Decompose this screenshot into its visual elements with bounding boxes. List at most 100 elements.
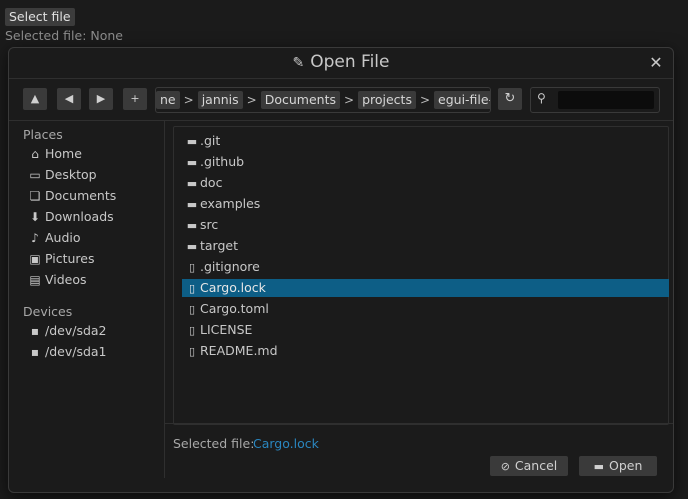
file-icon: ▯ bbox=[188, 324, 196, 337]
sidebar-item-label: Documents bbox=[45, 188, 117, 203]
refresh-button[interactable]: ↻ bbox=[498, 88, 522, 110]
file-name: .git bbox=[200, 133, 221, 148]
breadcrumb-item[interactable]: projects bbox=[358, 91, 416, 109]
monitor-icon: ▭ bbox=[29, 168, 41, 182]
list-item[interactable]: ▯ .gitignore bbox=[182, 258, 669, 276]
list-item[interactable]: ▯ LICENSE bbox=[182, 321, 669, 339]
file-name: target bbox=[200, 238, 239, 253]
file-name: README.md bbox=[200, 343, 278, 358]
search-input[interactable] bbox=[558, 91, 654, 109]
sidebar-item-label: Downloads bbox=[45, 209, 114, 224]
documents-icon: ❏ bbox=[29, 189, 41, 203]
sidebar-item-home[interactable]: ⌂ Home bbox=[27, 144, 82, 164]
parent-directory-button[interactable]: ▲ bbox=[23, 88, 47, 110]
file-name: .github bbox=[200, 154, 245, 169]
list-item[interactable]: ▬ src bbox=[182, 216, 669, 234]
image-icon: ▣ bbox=[29, 252, 41, 266]
select-file-button[interactable]: Select file bbox=[5, 8, 75, 26]
close-icon[interactable]: ✕ bbox=[647, 54, 665, 72]
sidebar-item-label: Audio bbox=[45, 230, 81, 245]
file-name: LICENSE bbox=[200, 322, 253, 337]
breadcrumb-item[interactable]: jannis bbox=[197, 91, 243, 109]
arrow-right-icon: ▶ bbox=[96, 92, 106, 105]
open-label: Open bbox=[609, 458, 643, 473]
pencil-icon: ✎ bbox=[292, 55, 305, 71]
open-file-dialog: ✎ Open File ✕ ▲ ◀ ▶ + ne > jannis > Documents… bbox=[8, 47, 674, 493]
forward-button[interactable]: ▶ bbox=[89, 88, 113, 110]
sidebar-item-label: /dev/sda1 bbox=[45, 344, 107, 359]
breadcrumb-separator: > bbox=[183, 93, 194, 107]
drive-icon: ▪ bbox=[30, 324, 40, 338]
sidebar-item-label: Home bbox=[45, 146, 82, 161]
dialog-title-wrap: ✎ Open File bbox=[9, 52, 673, 72]
selected-file-status: Selected file: None bbox=[5, 28, 123, 43]
selected-file-label: Selected file: bbox=[173, 436, 255, 451]
breadcrumb-item[interactable]: Documents bbox=[260, 91, 340, 109]
sidebar-item-desktop[interactable]: ▭ Desktop bbox=[27, 165, 97, 185]
file-name: Cargo.lock bbox=[200, 280, 266, 295]
refresh-icon: ↻ bbox=[504, 91, 516, 106]
folder-icon: ▬ bbox=[186, 177, 198, 190]
list-item[interactable]: ▯ Cargo.toml bbox=[182, 300, 669, 318]
sidebar-item-documents[interactable]: ❏ Documents bbox=[27, 186, 117, 206]
sidebar-item-pictures[interactable]: ▣ Pictures bbox=[27, 249, 95, 269]
cancel-button[interactable]: ⊘ Cancel bbox=[490, 456, 568, 476]
file-name: src bbox=[200, 217, 219, 232]
sidebar-item-videos[interactable]: ▤ Videos bbox=[27, 270, 87, 290]
sidebar-item-label: Pictures bbox=[45, 251, 95, 266]
list-item[interactable]: ▯ README.md bbox=[182, 342, 669, 360]
sidebar-divider bbox=[164, 121, 165, 478]
sidebar-item-label: /dev/sda2 bbox=[45, 323, 107, 338]
list-item[interactable]: ▬ doc bbox=[182, 174, 669, 192]
sidebar-item-dev-sda2[interactable]: ▪ /dev/sda2 bbox=[27, 321, 107, 341]
sidebar-item-label: Videos bbox=[45, 272, 87, 287]
breadcrumb: ne>jannis>Documents>projects>egui-file-d… bbox=[155, 87, 491, 113]
search-icon: ⚲ bbox=[537, 91, 546, 105]
list-item[interactable]: ▬ examples bbox=[182, 195, 669, 213]
breadcrumb-separator: > bbox=[246, 93, 257, 107]
folder-icon: ▬ bbox=[186, 219, 198, 232]
drive-icon: ▪ bbox=[30, 345, 40, 359]
film-icon: ▤ bbox=[29, 273, 41, 287]
arrow-up-icon: ▲ bbox=[30, 92, 40, 105]
folder-icon: ▬ bbox=[186, 240, 198, 253]
selected-file-value: Cargo.lock bbox=[253, 436, 319, 451]
breadcrumb-item[interactable]: egui-file-dialog bbox=[434, 91, 490, 109]
file-name: .gitignore bbox=[200, 259, 260, 274]
sidebar-section-label: Places bbox=[23, 127, 63, 142]
sidebar-item-label: Desktop bbox=[45, 167, 97, 182]
file-icon: ▯ bbox=[188, 345, 196, 358]
cancel-icon: ⊘ bbox=[500, 460, 510, 473]
list-item[interactable]: ▬ .github bbox=[182, 153, 669, 171]
file-name: doc bbox=[200, 175, 223, 190]
back-button[interactable]: ◀ bbox=[57, 88, 81, 110]
dialog-title-bar[interactable]: ✎ Open File ✕ bbox=[9, 48, 673, 78]
title-divider bbox=[9, 78, 673, 79]
home-icon: ⌂ bbox=[31, 147, 39, 161]
dialog-title: Open File bbox=[310, 52, 390, 72]
breadcrumb-separator: > bbox=[419, 93, 431, 107]
folder-icon: ▬ bbox=[186, 198, 198, 211]
file-list: ▬ .git ▬ .github ▬ doc ▬ examples ▬ src ▬ target ▯ .g… bbox=[173, 126, 669, 425]
list-item[interactable]: ▬ target bbox=[182, 237, 669, 255]
cancel-label: Cancel bbox=[514, 458, 558, 473]
list-item[interactable]: ▬ .git bbox=[182, 132, 669, 150]
file-icon: ▯ bbox=[188, 261, 196, 274]
sidebar-item-dev-sda1[interactable]: ▪ /dev/sda1 bbox=[27, 342, 107, 362]
sidebar-section-label: Devices bbox=[23, 304, 73, 319]
sidebar: Places ⌂ Home ▭ Desktop ❏ Documents ⬇ Downloads ♪… bbox=[9, 121, 164, 478]
downloads-icon: ⬇ bbox=[29, 210, 41, 224]
new-folder-button[interactable]: + bbox=[123, 88, 147, 110]
file-icon: ▯ bbox=[188, 282, 196, 295]
folder-icon: ▬ bbox=[186, 156, 198, 169]
breadcrumb-item[interactable]: ne bbox=[156, 91, 180, 109]
file-name: examples bbox=[200, 196, 261, 211]
list-item[interactable]: ▯ Cargo.lock bbox=[182, 279, 669, 297]
plus-icon: + bbox=[130, 92, 140, 105]
sidebar-item-downloads[interactable]: ⬇ Downloads bbox=[27, 207, 114, 227]
music-icon: ♪ bbox=[31, 231, 39, 245]
sidebar-item-audio[interactable]: ♪ Audio bbox=[27, 228, 81, 248]
arrow-left-icon: ◀ bbox=[64, 92, 74, 105]
open-button[interactable]: ▬ Open bbox=[579, 456, 657, 476]
search-box: ⚲ bbox=[530, 87, 660, 113]
